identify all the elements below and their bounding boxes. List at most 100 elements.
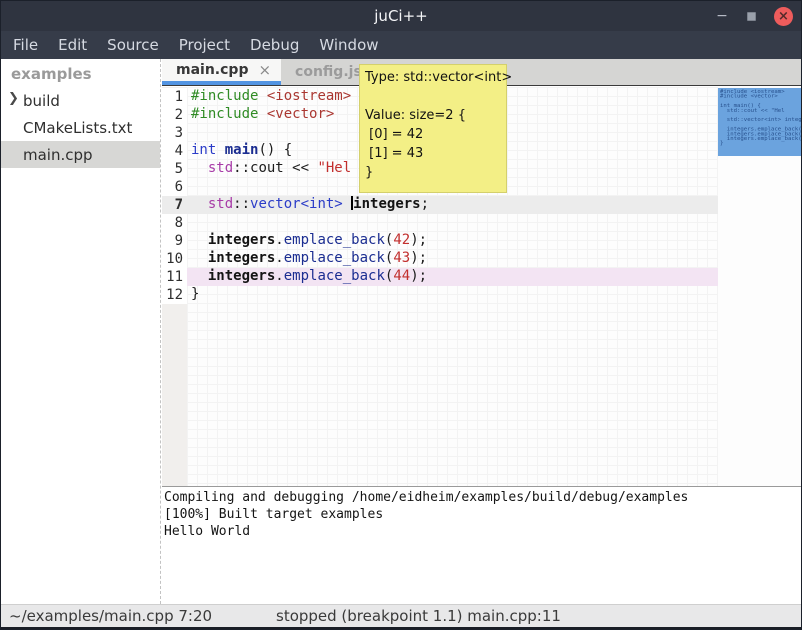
close-button[interactable]: × — [774, 7, 793, 26]
menu-bar: FileEditSourceProjectDebugWindow — [1, 31, 801, 59]
code-line: } — [187, 286, 718, 304]
terminal-output-line: Compiling and debugging /home/eidheim/ex… — [164, 489, 801, 506]
code-token — [258, 106, 266, 122]
status-debug-state: stopped (breakpoint 1.1) main.cpp:11 — [276, 607, 561, 625]
code-token: std — [208, 196, 233, 212]
code-token: () { — [258, 142, 292, 158]
code-token: <iostream> — [267, 88, 351, 104]
line-number: 5 — [162, 160, 187, 178]
menu-item-file[interactable]: File — [3, 33, 48, 57]
tooltip-text-line: [0] = 42 — [365, 125, 506, 144]
code-token: . — [275, 268, 283, 284]
code-token — [258, 88, 266, 104]
code-token: integers — [208, 250, 275, 266]
tooltip-text-line: Type: std::vector<int> — [365, 68, 506, 87]
menu-item-source[interactable]: Source — [97, 33, 169, 57]
code-token: integers — [208, 232, 275, 248]
code-token — [191, 160, 208, 176]
line-number: 11 — [162, 268, 187, 286]
code-token — [191, 232, 208, 248]
code-token — [191, 250, 208, 266]
file-tree-sidebar[interactable]: examples ❯ build CMakeLists.txt main.cpp — [1, 59, 161, 604]
code-token: emplace_back — [284, 268, 385, 284]
code-token: std — [208, 160, 233, 176]
code-token: emplace_back — [284, 232, 385, 248]
code-token: <vector> — [267, 106, 334, 122]
terminal-output-line: Hello World — [164, 523, 801, 540]
chevron-right-icon[interactable]: ❯ — [8, 91, 19, 106]
tree-item-label: CMakeLists.txt — [23, 119, 132, 137]
window-title: juCi++ — [374, 7, 427, 25]
minimap-visible-region[interactable]: #include <iostream> #include <vector> in… — [718, 88, 801, 156]
code-token: } — [191, 286, 199, 302]
code-line: std::vector<int> integers; — [187, 196, 718, 214]
tooltip-text-line — [365, 87, 506, 106]
code-token — [343, 196, 351, 212]
sidebar-item-cmakelists-txt[interactable]: CMakeLists.txt — [1, 114, 160, 141]
status-file-location: ~/examples/main.cpp 7:20 — [9, 607, 212, 625]
build-output-terminal[interactable]: Compiling and debugging /home/eidheim/ex… — [162, 486, 801, 606]
code-token: #include — [191, 88, 258, 104]
line-number: 4 — [162, 142, 187, 160]
code-token: 43 — [393, 250, 410, 266]
code-token: ); — [410, 250, 427, 266]
window-controls: − × — [715, 1, 793, 31]
menu-item-debug[interactable]: Debug — [240, 33, 309, 57]
code-token — [191, 196, 208, 212]
line-number: 1 — [162, 88, 187, 106]
code-token: main — [225, 142, 259, 158]
code-line: integers.emplace_back(42); — [187, 232, 718, 250]
file-tree: ❯ build CMakeLists.txt main.cpp — [1, 87, 160, 168]
code-token: cout << — [250, 160, 317, 176]
code-token: . — [275, 232, 283, 248]
code-token: integers — [208, 268, 275, 284]
tree-item-label: build — [23, 92, 60, 110]
code-token — [216, 142, 224, 158]
line-number: 8 — [162, 214, 187, 232]
minimap-code-preview: #include <iostream> #include <vector> in… — [718, 88, 801, 145]
code-token: ); — [410, 232, 427, 248]
terminal-output-line: [100%] Built target examples — [164, 506, 801, 523]
code-token: ); — [410, 268, 427, 284]
line-number: 3 — [162, 124, 187, 142]
project-name-header: examples — [1, 59, 160, 87]
tooltip-text-line: Value: size=2 { — [365, 106, 506, 125]
minimap[interactable]: #include <iostream> #include <vector> in… — [718, 87, 801, 486]
code-line: integers.emplace_back(43); — [187, 250, 718, 268]
code-token — [191, 268, 208, 284]
code-token: emplace_back — [284, 250, 385, 266]
sidebar-item-build[interactable]: ❯ build — [1, 87, 160, 114]
sidebar-item-main-cpp[interactable]: main.cpp — [1, 141, 160, 168]
title-bar[interactable]: juCi++ − × — [1, 1, 801, 31]
debug-value-tooltip: Type: std::vector<int> Value: size=2 { [… — [359, 64, 507, 193]
code-line: integers.emplace_back(44); — [187, 268, 718, 286]
line-number: 10 — [162, 250, 187, 268]
code-token: int — [191, 142, 216, 158]
code-token: integers — [353, 196, 420, 212]
code-token: 44 — [393, 268, 410, 284]
tab-main-cpp[interactable]: main.cpp × — [162, 59, 281, 85]
tab-label: main.cpp — [176, 62, 248, 78]
tooltip-text-line: } — [365, 163, 506, 182]
menu-item-edit[interactable]: Edit — [48, 33, 97, 57]
line-number: 7 — [162, 196, 187, 214]
code-token: :: — [233, 160, 250, 176]
tab-close-icon[interactable]: × — [258, 61, 271, 79]
code-token: vector<int> — [250, 196, 343, 212]
code-token: . — [275, 250, 283, 266]
minimize-button[interactable]: − — [715, 11, 729, 21]
line-number: 2 — [162, 106, 187, 124]
line-number: 12 — [162, 286, 187, 304]
app-window: juCi++ − × FileEditSourceProjectDebugWin… — [0, 0, 802, 630]
tree-item-label: main.cpp — [23, 146, 93, 164]
restore-icon[interactable] — [747, 12, 756, 21]
code-token: ; — [421, 196, 429, 212]
code-token: "Hel — [317, 160, 351, 176]
menu-item-project[interactable]: Project — [169, 33, 240, 57]
line-number: 6 — [162, 178, 187, 196]
code-line — [187, 214, 718, 232]
code-token: :: — [233, 196, 250, 212]
menu-item-window[interactable]: Window — [309, 33, 388, 57]
code-token: #include — [191, 106, 258, 122]
code-token: 42 — [393, 232, 410, 248]
